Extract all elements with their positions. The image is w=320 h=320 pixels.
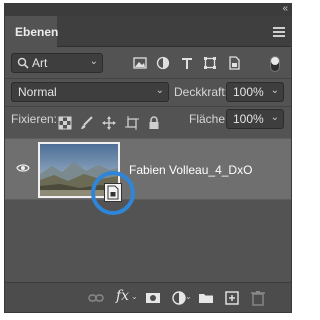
layers-panel: « Ebenen Art ⌄ Normal ⌄ Deckkraft: 100% … bbox=[4, 3, 292, 313]
filter-toggle[interactable] bbox=[270, 56, 280, 72]
chevron-down-icon: ⌄ bbox=[155, 85, 164, 96]
lock-label: Fixieren: bbox=[11, 112, 58, 126]
blend-mode-select[interactable]: Normal ⌄ bbox=[11, 82, 169, 102]
panel-topbar: « bbox=[5, 3, 291, 16]
chevron-down-icon: ⌄ bbox=[89, 56, 98, 67]
divider bbox=[5, 106, 291, 107]
fill-label: Fläche: bbox=[189, 112, 229, 126]
hamburger-menu-icon[interactable] bbox=[273, 27, 285, 39]
smart-object-filter-icon[interactable] bbox=[227, 56, 241, 70]
fx-icon[interactable]: fx bbox=[116, 288, 132, 304]
new-layer-icon[interactable] bbox=[224, 290, 240, 306]
trash-icon[interactable] bbox=[250, 290, 266, 306]
divider bbox=[5, 78, 291, 79]
chevron-down-icon: ⌄ bbox=[270, 112, 279, 123]
type-filter-icon[interactable] bbox=[180, 56, 194, 70]
lock-transparent-icon[interactable] bbox=[58, 116, 72, 130]
highlight-ring bbox=[91, 171, 135, 215]
lock-position-icon[interactable] bbox=[102, 116, 116, 130]
link-layers-icon[interactable] bbox=[88, 290, 104, 306]
lock-paint-icon[interactable] bbox=[80, 116, 94, 130]
lock-all-icon[interactable] bbox=[147, 116, 161, 130]
layer-name: Fabien Volleau_4_DxO bbox=[129, 163, 253, 177]
mask-icon[interactable] bbox=[145, 290, 161, 306]
fill-value: 100% bbox=[233, 112, 264, 126]
shape-filter-icon[interactable] bbox=[203, 56, 217, 70]
opacity-value: 100% bbox=[233, 85, 264, 99]
opacity-input[interactable]: 100% ⌄ bbox=[226, 82, 284, 102]
adjustment-filter-icon[interactable] bbox=[156, 56, 170, 70]
panel-tab-row: Ebenen bbox=[5, 16, 291, 47]
search-icon bbox=[17, 57, 29, 69]
filter-type-label: Art bbox=[32, 56, 48, 70]
image-filter-icon[interactable] bbox=[133, 56, 147, 70]
lock-artboard-icon[interactable] bbox=[125, 116, 139, 130]
eye-icon[interactable] bbox=[16, 163, 30, 173]
collapse-panel-button[interactable]: « bbox=[282, 3, 287, 14]
panel-bottom-bar: fx ⌄ ⌄ bbox=[5, 282, 291, 312]
tab-layers[interactable]: Ebenen bbox=[5, 16, 58, 47]
folder-icon[interactable] bbox=[198, 290, 214, 306]
opacity-label: Deckkraft: bbox=[174, 85, 229, 99]
filter-type-select[interactable]: Art ⌄ bbox=[11, 53, 103, 73]
blend-mode-value: Normal bbox=[18, 85, 57, 99]
chevron-down-icon: ⌄ bbox=[270, 85, 279, 96]
fill-input[interactable]: 100% ⌄ bbox=[226, 109, 284, 129]
layer-row[interactable]: Fabien Volleau_4_DxO bbox=[5, 138, 291, 215]
